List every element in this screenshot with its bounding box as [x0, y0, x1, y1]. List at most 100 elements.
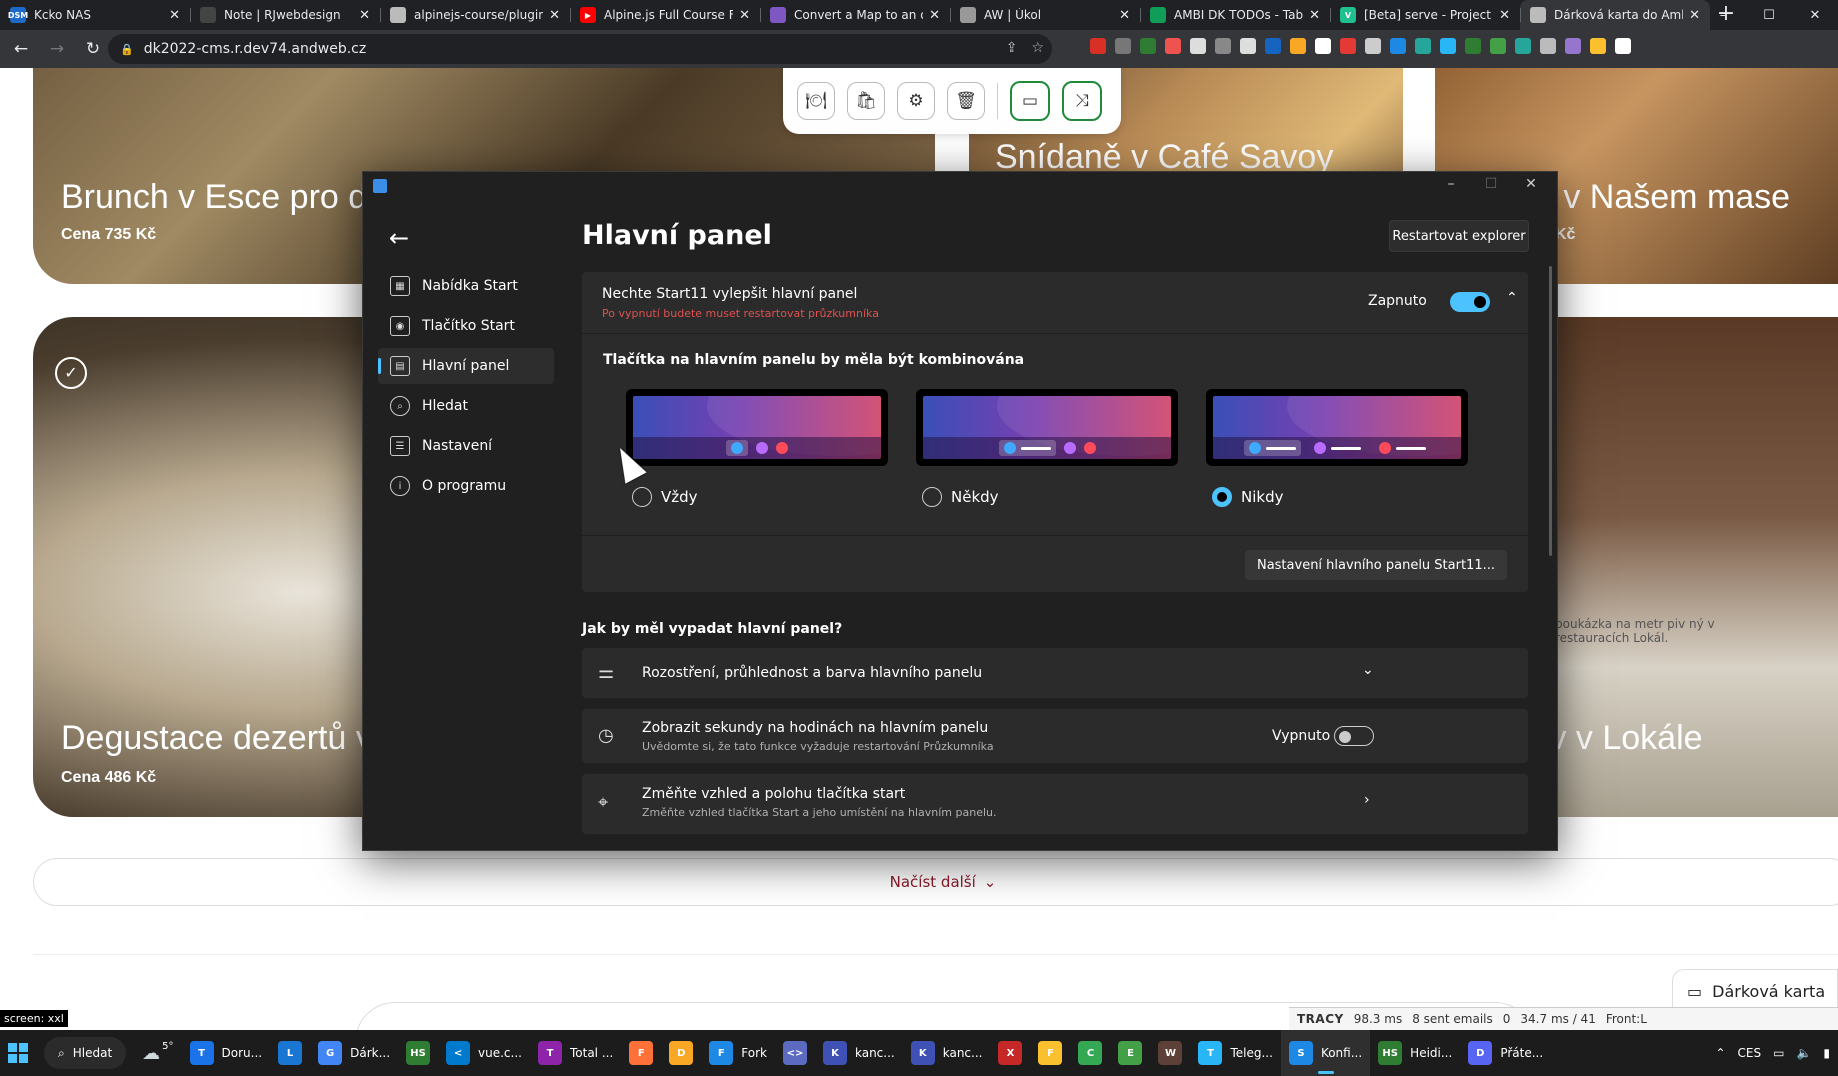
browser-tab[interactable]: ▶ Alpine.js Full Course F ✕ [570, 0, 760, 30]
taskbar-app[interactable]: C [1070, 1030, 1110, 1076]
extension-icon[interactable] [1515, 38, 1531, 54]
close-tab-icon[interactable]: ✕ [169, 8, 180, 23]
extension-icon[interactable] [1615, 38, 1631, 54]
reload-icon[interactable]: ↻ [78, 34, 108, 64]
browser-tab[interactable]: Note | RJwebdesign ✕ [190, 0, 380, 30]
taskbar-app[interactable]: Kkanc... [903, 1030, 991, 1076]
taskbar-app[interactable]: <> [775, 1030, 815, 1076]
browser-tab[interactable]: V [Beta] serve - Project t ✕ [1330, 0, 1520, 30]
extension-icon[interactable] [1265, 38, 1281, 54]
close-tab-icon[interactable]: ✕ [359, 8, 370, 23]
extension-icon[interactable] [1165, 38, 1181, 54]
chevron-up-icon[interactable]: ⌃ [1506, 290, 1518, 306]
trash-icon[interactable]: 🗑 [947, 82, 985, 120]
address-bar[interactable]: 🔒 dk2022-cms.r.dev74.andweb.cz ⇪ ☆ [108, 34, 1052, 64]
extension-icon[interactable] [1340, 38, 1356, 54]
taskbar-app[interactable]: S Konfi... [1280, 1030, 1371, 1076]
extension-icon[interactable] [1365, 38, 1381, 54]
taskbar-app[interactable]: HS Heidi... [1370, 1030, 1460, 1076]
combine-radio-option[interactable]: Nikdy [1212, 487, 1502, 507]
browser-tab[interactable]: AMBI DK TODOs - Tab ✕ [1140, 0, 1330, 30]
chevron-down-icon[interactable]: ⌄ [1362, 662, 1374, 678]
improve-taskbar-header[interactable]: Nechte Start11 vylepšit hlavní panel Po … [582, 272, 1528, 334]
extension-icon[interactable] [1290, 38, 1306, 54]
taskbar-app[interactable]: D Přáte... [1460, 1030, 1551, 1076]
minimize-window-button[interactable]: – [1700, 0, 1746, 30]
load-more-button[interactable]: Načíst další ⌄ [33, 858, 1838, 906]
close-window-button[interactable]: ✕ [1792, 0, 1838, 30]
taskbar-search[interactable]: ⌕ Hledat [44, 1037, 127, 1069]
tracy-count[interactable]: 0 [1503, 1012, 1511, 1026]
scrollbar[interactable] [1549, 266, 1552, 556]
browser-tab[interactable]: DSM Kcko NAS ✕ [0, 0, 190, 30]
display-icon[interactable]: ▭ [1773, 1046, 1784, 1060]
tray-overflow-icon[interactable]: ⌃ [1715, 1046, 1725, 1060]
preview-always[interactable] [626, 389, 888, 466]
tracy-label[interactable]: TRACY [1297, 1012, 1344, 1026]
close-tab-icon[interactable]: ✕ [1499, 8, 1510, 23]
start11-taskbar-settings-button[interactable]: Nastavení hlavního panelu Start11... [1244, 550, 1507, 580]
shuffle-icon[interactable]: ⤨ [1062, 81, 1102, 121]
show-seconds-toggle[interactable] [1334, 726, 1374, 746]
maximize-window-button[interactable]: ☐ [1746, 0, 1792, 30]
extension-icon[interactable] [1315, 38, 1331, 54]
tracy-emails[interactable]: 8 sent emails [1412, 1012, 1493, 1026]
restart-explorer-button[interactable]: Restartovat explorer [1389, 220, 1529, 252]
minimize-icon[interactable]: – [1431, 176, 1471, 198]
chevron-right-icon[interactable]: › [1364, 792, 1370, 808]
taskbar-app[interactable]: Kkanc... [815, 1030, 903, 1076]
nav-item[interactable]: ☰ Nastavení [378, 428, 554, 464]
tracy-time[interactable]: 98.3 ms [1354, 1012, 1402, 1026]
taskbar-app[interactable]: F [621, 1030, 661, 1076]
extension-icon[interactable] [1090, 38, 1106, 54]
settings-gear-icon[interactable]: ⚙ [897, 82, 935, 120]
shopping-bag-icon[interactable]: 🛍 [847, 82, 885, 120]
taskbar-app[interactable]: F [1030, 1030, 1070, 1076]
extension-icon[interactable] [1590, 38, 1606, 54]
browser-tab[interactable]: alpinejs-course/plugin ✕ [380, 0, 570, 30]
browser-tab[interactable]: Dárková karta do Amb ✕ [1520, 0, 1710, 30]
close-tab-icon[interactable]: ✕ [739, 8, 750, 23]
extension-icon[interactable] [1440, 38, 1456, 54]
browser-tab[interactable]: Convert a Map to an o ✕ [760, 0, 950, 30]
tracy-db[interactable]: 34.7 ms / 41 [1520, 1012, 1595, 1026]
extension-icon[interactable] [1565, 38, 1581, 54]
close-tab-icon[interactable]: ✕ [1119, 8, 1130, 23]
extension-icon[interactable] [1215, 38, 1231, 54]
taskbar-app[interactable]: < vue.c... [438, 1030, 530, 1076]
window-icon[interactable]: ▭ [1010, 81, 1050, 121]
extension-icon[interactable] [1490, 38, 1506, 54]
radio-button[interactable] [632, 487, 652, 507]
taskbar-app[interactable]: T Teleg... [1190, 1030, 1280, 1076]
close-icon[interactable]: ✕ [1511, 176, 1551, 198]
extension-icon[interactable] [1140, 38, 1156, 54]
tracy-debug-bar[interactable]: TRACY 98.3 ms 8 sent emails 0 34.7 ms / … [1289, 1007, 1838, 1030]
maximize-icon[interactable]: ☐ [1471, 176, 1511, 198]
close-tab-icon[interactable]: ✕ [549, 8, 560, 23]
windows-start-button[interactable] [0, 1030, 36, 1076]
taskbar-app[interactable]: HS [398, 1030, 438, 1076]
extension-icon[interactable] [1240, 38, 1256, 54]
nav-item[interactable]: ◉ Tlačítko Start [378, 308, 554, 344]
blur-transparency-row[interactable]: ⚌ Rozostření, průhlednost a barva hlavní… [582, 648, 1528, 698]
taskbar-app[interactable]: W [1150, 1030, 1190, 1076]
extension-icon[interactable] [1115, 38, 1131, 54]
taskbar-app[interactable]: G Dárk... [310, 1030, 398, 1076]
window-titlebar[interactable]: – ☐ ✕ [363, 172, 1557, 202]
close-tab-icon[interactable]: ✕ [929, 8, 940, 23]
start-button-appearance-row[interactable]: ⌖ Změňte vzhled a polohu tlačítka start … [582, 774, 1528, 834]
share-icon[interactable]: ⇪ [1006, 40, 1018, 56]
nav-item[interactable]: i O programu [378, 468, 554, 504]
extension-icon[interactable] [1415, 38, 1431, 54]
extension-icon[interactable] [1540, 38, 1556, 54]
back-arrow-icon[interactable]: ← [389, 224, 409, 252]
extension-icon[interactable] [1390, 38, 1406, 54]
taskbar-app[interactable]: E [1110, 1030, 1150, 1076]
radio-button[interactable] [922, 487, 942, 507]
back-icon[interactable]: ← [6, 34, 36, 64]
battery-icon[interactable]: ▮ [1823, 1046, 1830, 1060]
dish-icon[interactable]: 🍽 [797, 82, 835, 120]
preview-never[interactable] [1206, 389, 1468, 466]
combine-radio-option[interactable]: Někdy [922, 487, 1212, 507]
nav-item[interactable]: ⌕ Hledat [378, 388, 554, 424]
